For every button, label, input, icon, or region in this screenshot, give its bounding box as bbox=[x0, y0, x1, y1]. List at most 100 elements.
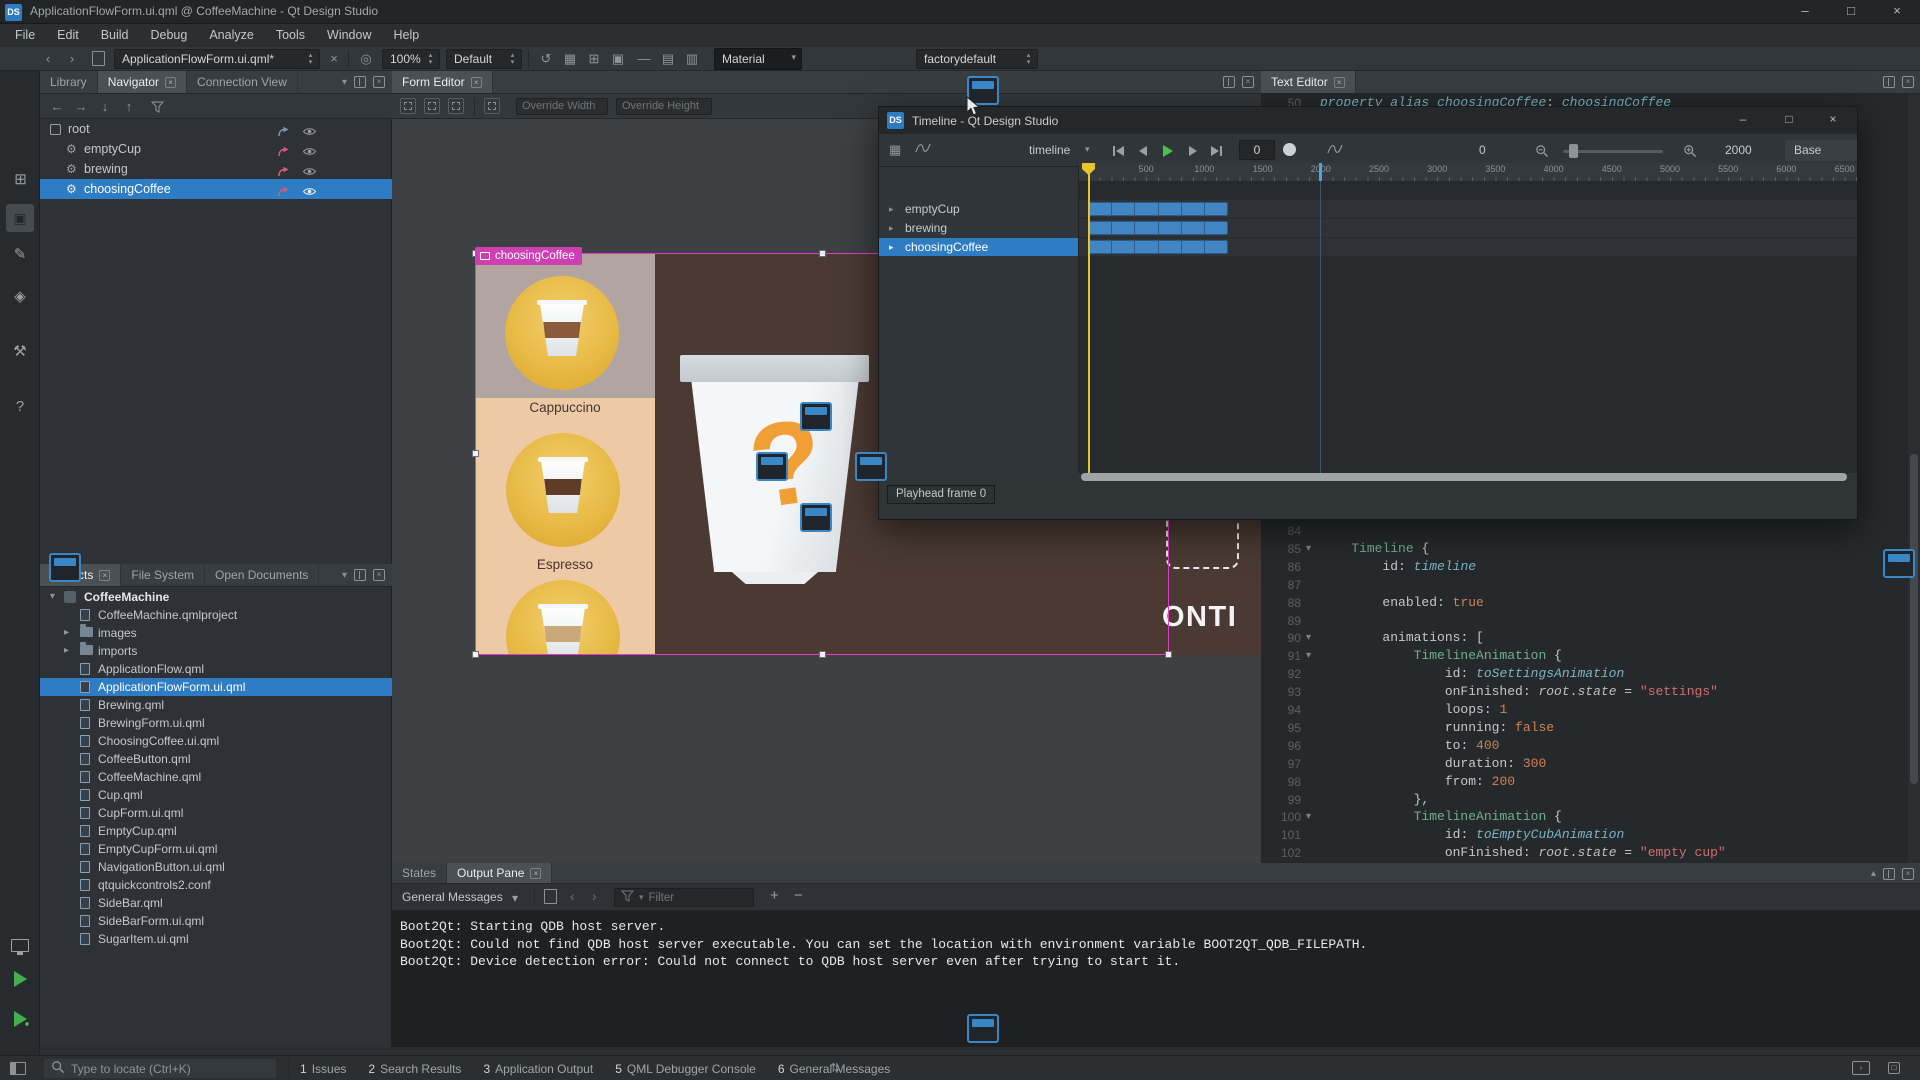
zoom-selector[interactable]: 100% ▴▾ bbox=[382, 49, 440, 69]
selection-handle[interactable] bbox=[472, 450, 479, 457]
output-channel-selector[interactable]: General Messages bbox=[402, 890, 503, 904]
record-button[interactable] bbox=[1283, 143, 1296, 156]
code-text[interactable]: TimelineAnimation { bbox=[1320, 808, 1562, 826]
project-file-ChoosingCoffee.ui.qml[interactable]: ChoosingCoffee.ui.qml bbox=[40, 732, 392, 750]
pane-menu-icon[interactable]: ▾ bbox=[342, 77, 347, 88]
pane-menu-icon[interactable]: ▾ bbox=[342, 570, 347, 581]
to-start-button[interactable] bbox=[1107, 140, 1129, 161]
code-line[interactable]: 97 duration: 300 bbox=[1261, 755, 1920, 773]
refresh-icon[interactable]: ↺ bbox=[536, 50, 556, 68]
tab-close-icon[interactable]: × bbox=[99, 570, 110, 581]
code-text[interactable]: from: 200 bbox=[1320, 773, 1515, 791]
keyframe-cell[interactable] bbox=[1205, 222, 1227, 234]
code-line[interactable]: 90▾ animations: [ bbox=[1261, 629, 1920, 647]
kit-selector[interactable]: factorydefault ▴▾ bbox=[916, 49, 1038, 69]
keyframe-bar-emptyCup[interactable] bbox=[1088, 202, 1228, 216]
keyframe-bar-brewing[interactable] bbox=[1088, 221, 1228, 235]
code-line[interactable]: 86 id: timeline bbox=[1261, 558, 1920, 576]
timeline-name-selector[interactable]: timeline bbox=[1029, 143, 1070, 157]
code-line[interactable]: 96 to: 400 bbox=[1261, 737, 1920, 755]
material-selector[interactable]: Material ▾ bbox=[714, 48, 802, 70]
tab-close-icon[interactable]: × bbox=[1334, 77, 1345, 88]
filter-funnel-icon[interactable] bbox=[148, 100, 166, 117]
zoom-out-icon[interactable] bbox=[1535, 144, 1549, 161]
navigator-tab-navigator[interactable]: Navigator× bbox=[98, 71, 187, 93]
project-file-EmptyCup.qml[interactable]: EmptyCup.qml bbox=[40, 822, 392, 840]
edit-pencil-icon[interactable]: ✎ bbox=[0, 242, 40, 268]
tab-close-icon[interactable]: × bbox=[530, 868, 541, 879]
layout-rows-icon[interactable]: ▤ bbox=[658, 50, 678, 68]
spinner-arrows-icon[interactable]: ▴▾ bbox=[1024, 52, 1033, 66]
spinner-arrows-icon[interactable]: ▴▾ bbox=[508, 52, 517, 66]
tab-close-icon[interactable]: × bbox=[165, 77, 176, 88]
editor-scrollbar[interactable] bbox=[1908, 94, 1920, 863]
code-line[interactable]: 92 id: toSettingsAnimation bbox=[1261, 665, 1920, 683]
code-text[interactable]: enabled: true bbox=[1320, 594, 1484, 612]
keyframe-cell[interactable] bbox=[1182, 241, 1205, 253]
selection-mode-icon[interactable] bbox=[400, 98, 416, 114]
output-pane-button-search-results[interactable]: 2Search Results bbox=[368, 1062, 461, 1076]
timeline-settings-icon[interactable]: ▦ bbox=[889, 142, 901, 158]
selection-handle[interactable] bbox=[819, 651, 826, 658]
close-pane-icon[interactable]: × bbox=[373, 76, 385, 88]
menu-tools[interactable]: Tools bbox=[265, 24, 316, 47]
project-file-Brewing.qml[interactable]: Brewing.qml bbox=[40, 696, 392, 714]
keyframe-cell[interactable] bbox=[1112, 203, 1135, 215]
code-line[interactable]: 85▾ Timeline { bbox=[1261, 540, 1920, 558]
tab-form-editor[interactable]: Form Editor × bbox=[392, 71, 493, 93]
project-file-SideBar.qml[interactable]: SideBar.qml bbox=[40, 894, 392, 912]
dock-indicator-center-bottom-icon[interactable] bbox=[800, 503, 832, 532]
zoom-out-text-icon[interactable]: − bbox=[794, 887, 803, 904]
timeline-track-choosingCoffee[interactable]: ▸choosingCoffee bbox=[879, 238, 1078, 256]
split-pane-icon[interactable] bbox=[354, 76, 366, 88]
split-pane-icon[interactable] bbox=[1883, 76, 1895, 88]
expand-icon[interactable]: ▸ bbox=[889, 200, 894, 218]
code-line[interactable]: 87 bbox=[1261, 576, 1920, 594]
output-pane-button-qml-debugger-console[interactable]: 5QML Debugger Console bbox=[615, 1062, 756, 1076]
project-file-SideBarForm.ui.qml[interactable]: SideBarForm.ui.qml bbox=[40, 912, 392, 930]
code-text[interactable]: duration: 300 bbox=[1320, 755, 1546, 773]
timeline-close-button[interactable]: × bbox=[1811, 107, 1855, 134]
next-item-icon[interactable]: › bbox=[592, 888, 597, 904]
sort-panes-icon[interactable]: ⇅ bbox=[830, 1061, 840, 1075]
timeline-maximize-button[interactable]: □ bbox=[1767, 107, 1811, 134]
snap-grid-icon[interactable]: ▦ bbox=[560, 50, 580, 68]
fold-marker-icon[interactable]: ▾ bbox=[1306, 629, 1311, 647]
console-icon[interactable]: › bbox=[1852, 1061, 1870, 1075]
keyframe-cell[interactable] bbox=[1135, 222, 1158, 234]
project-file-imports[interactable]: ▸imports bbox=[40, 642, 392, 660]
visibility-eye-icon[interactable] bbox=[302, 183, 317, 203]
expand-icon[interactable]: □ bbox=[1888, 1062, 1900, 1074]
code-text[interactable]: onFinished: root.state = "settings" bbox=[1320, 683, 1718, 701]
move-up-icon[interactable]: ↑ bbox=[120, 98, 138, 115]
code-line[interactable]: 94 loops: 1 bbox=[1261, 701, 1920, 719]
timeline-track-emptyCup[interactable]: ▸emptyCup bbox=[879, 200, 1078, 218]
play-button[interactable] bbox=[1157, 140, 1179, 161]
project-file-Cup.qml[interactable]: Cup.qml bbox=[40, 786, 392, 804]
to-end-button[interactable] bbox=[1205, 140, 1227, 161]
navigator-tab-library[interactable]: Library bbox=[40, 71, 98, 93]
spinner-arrows-icon[interactable]: ▴▾ bbox=[426, 52, 435, 66]
selection-handle[interactable] bbox=[1165, 651, 1172, 658]
code-text[interactable]: id: timeline bbox=[1320, 558, 1476, 576]
code-text[interactable]: }, bbox=[1320, 791, 1429, 809]
navigator-item-emptyCup[interactable]: ⚙emptyCup bbox=[40, 139, 392, 159]
project-file-ApplicationFlowForm.ui.qml[interactable]: ApplicationFlowForm.ui.qml bbox=[40, 678, 392, 696]
zoom-slider-thumb[interactable] bbox=[1569, 144, 1578, 158]
menu-edit[interactable]: Edit bbox=[46, 24, 90, 47]
close-pane-icon[interactable]: × bbox=[1902, 868, 1914, 880]
alias-export-icon[interactable] bbox=[277, 183, 290, 203]
menu-build[interactable]: Build bbox=[90, 24, 140, 47]
output-tab-output-pane[interactable]: Output Pane× bbox=[447, 863, 552, 883]
dock-indicator-center-top-icon[interactable] bbox=[800, 402, 832, 431]
timeline-track-brewing[interactable]: ▸brewing bbox=[879, 219, 1078, 237]
split-pane-icon[interactable] bbox=[1223, 76, 1235, 88]
code-line[interactable]: 101 id: toEmptyCubAnimation bbox=[1261, 826, 1920, 844]
curve-editor-icon[interactable] bbox=[1327, 143, 1343, 158]
zoom-slider[interactable] bbox=[1563, 150, 1663, 153]
help-icon[interactable]: ? bbox=[0, 394, 40, 420]
code-line[interactable]: 88 enabled: true bbox=[1261, 594, 1920, 612]
bounds-icon[interactable]: ▣ bbox=[608, 50, 628, 68]
fold-marker-icon[interactable]: ▾ bbox=[1306, 647, 1311, 665]
save-log-icon[interactable] bbox=[544, 889, 557, 904]
